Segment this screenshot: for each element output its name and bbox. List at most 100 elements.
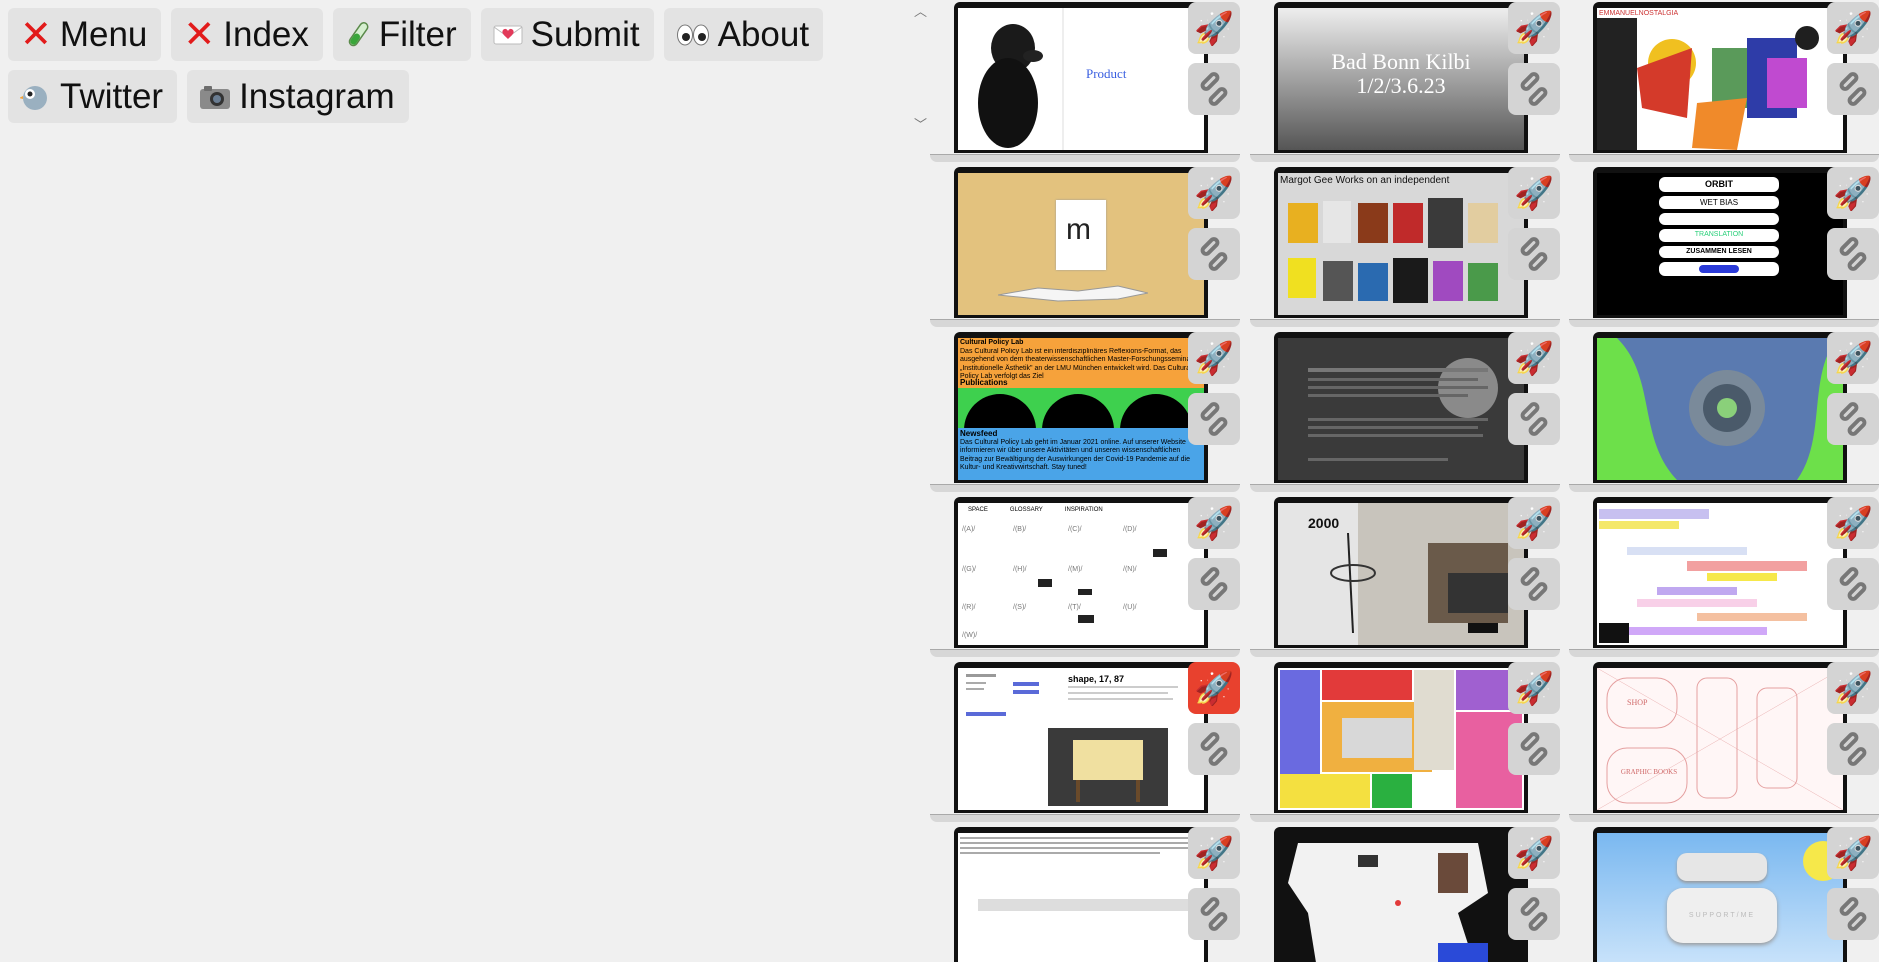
launch-button[interactable]: 🚀 (1827, 2, 1879, 54)
site-screenshot[interactable] (1278, 668, 1524, 810)
launch-button[interactable]: 🚀 (1188, 497, 1240, 549)
launch-button[interactable]: 🚀 (1508, 332, 1560, 384)
svg-text:/(N)/: /(N)/ (1123, 566, 1137, 573)
laptop-base (930, 319, 1240, 327)
link-button[interactable] (1188, 63, 1240, 115)
launch-button[interactable]: 🚀 (1827, 662, 1879, 714)
site-screenshot[interactable]: SUPPORT/ME (1597, 833, 1843, 962)
link-icon (1837, 69, 1869, 109)
submit-button[interactable]: Submit (480, 8, 654, 61)
site-screenshot[interactable]: SHOP GRAPHIC BOOKS (1597, 668, 1843, 810)
launch-button[interactable]: 🚀 (1827, 497, 1879, 549)
twitter-button[interactable]: Twitter (8, 70, 178, 123)
link-button[interactable] (1508, 228, 1560, 280)
link-button[interactable] (1827, 228, 1879, 280)
site-screenshot[interactable] (1278, 338, 1524, 480)
graphic-books-label: GRAPHIC BOOKS (1620, 768, 1678, 776)
launch-button[interactable]: 🚀 (1188, 662, 1240, 714)
shape-title: shape, 17, 87 (1068, 674, 1125, 684)
site-screenshot[interactable]: m (958, 173, 1204, 315)
link-button[interactable] (1188, 393, 1240, 445)
site-screenshot[interactable]: 2000 (1278, 503, 1524, 645)
support-label: SUPPORT/ME (1688, 912, 1756, 919)
link-button[interactable] (1508, 888, 1560, 940)
rocket-icon: 🚀 (1194, 10, 1234, 46)
site-screenshot[interactable]: EMMANUELNOSTALGIA (1597, 8, 1843, 150)
kilbi-title: Bad Bonn Kilbi (1331, 49, 1471, 74)
site-screenshot[interactable] (1597, 503, 1843, 645)
launch-button[interactable]: 🚀 (1188, 827, 1240, 879)
cpl-heading: Cultural Policy Lab (960, 339, 1024, 346)
laptop-frame (1274, 827, 1528, 962)
site-screenshot[interactable]: Margot Gee Works on an independent (1278, 173, 1524, 315)
site-card[interactable]: Product 🚀 (930, 0, 1240, 162)
link-button[interactable] (1827, 393, 1879, 445)
scroll-down-arrow[interactable]: ﹀ (914, 114, 927, 133)
index-button[interactable]: ✕ Index (171, 8, 323, 61)
link-button[interactable] (1188, 723, 1240, 775)
link-icon (1198, 69, 1230, 109)
link-button[interactable] (1188, 228, 1240, 280)
site-card[interactable]: 🚀 (930, 825, 1240, 962)
site-card[interactable]: 🚀 (1250, 825, 1560, 962)
site-card[interactable]: shape, 17, 87 🚀 (930, 660, 1240, 822)
link-button[interactable] (1188, 888, 1240, 940)
rocket-icon: 🚀 (1514, 175, 1554, 211)
site-screenshot[interactable]: shape, 17, 87 (958, 668, 1204, 810)
site-card[interactable]: Margot Gee Works on an independent 🚀 (1250, 165, 1560, 327)
rocket-icon: 🚀 (1194, 670, 1234, 706)
site-card[interactable]: 2000 🚀 (1250, 495, 1560, 657)
link-button[interactable] (1827, 63, 1879, 115)
launch-button[interactable]: 🚀 (1827, 827, 1879, 879)
inspiration-link[interactable]: INSPIRATION (1065, 507, 1103, 514)
link-button[interactable] (1508, 393, 1560, 445)
site-card[interactable]: 🚀 (1569, 495, 1879, 657)
site-card[interactable]: SPACE GLOSSARY INSPIRATION /(A)/ /(B)/ /… (930, 495, 1240, 657)
link-button[interactable] (1508, 723, 1560, 775)
launch-button[interactable]: 🚀 (1188, 332, 1240, 384)
site-screenshot[interactable]: ORBIT WET BIAS TRANSLATION ZUSAMMEN LESE… (1597, 173, 1843, 315)
site-screenshot[interactable] (1597, 338, 1843, 480)
launch-button[interactable]: 🚀 (1508, 827, 1560, 879)
link-button[interactable] (1827, 558, 1879, 610)
site-card[interactable]: EMMANUELNOSTALGIA 🚀 (1569, 0, 1879, 162)
launch-button[interactable]: 🚀 (1188, 167, 1240, 219)
site-card[interactable]: Bad Bonn Kilbi 1/2/3.6.23 🚀 (1250, 0, 1560, 162)
filter-button[interactable]: Filter (332, 8, 471, 61)
site-screenshot[interactable]: SPACE GLOSSARY INSPIRATION /(A)/ /(B)/ /… (958, 503, 1204, 645)
cpl-news-body: Das Cultural Policy Lab geht im Januar 2… (960, 439, 1190, 472)
launch-button[interactable]: 🚀 (1827, 332, 1879, 384)
site-card[interactable]: ORBIT WET BIAS TRANSLATION ZUSAMMEN LESE… (1569, 165, 1879, 327)
site-card[interactable]: SUPPORT/ME 🚀 (1569, 825, 1879, 962)
link-button[interactable] (1508, 63, 1560, 115)
site-screenshot[interactable]: Bad Bonn Kilbi 1/2/3.6.23 (1278, 8, 1524, 150)
launch-button[interactable]: 🚀 (1188, 2, 1240, 54)
space-link[interactable]: SPACE (968, 507, 988, 514)
site-card[interactable]: 🚀 (1250, 330, 1560, 492)
menu-button[interactable]: ✕ Menu (8, 8, 162, 61)
site-screenshot[interactable] (958, 833, 1204, 962)
laptop-base (1250, 154, 1560, 162)
launch-button[interactable]: 🚀 (1508, 662, 1560, 714)
orbit-item: ZUSAMMEN LESEN (1659, 245, 1779, 259)
link-button[interactable] (1827, 888, 1879, 940)
site-card[interactable]: 🚀 (1569, 330, 1879, 492)
site-screenshot[interactable] (1278, 833, 1524, 962)
link-button[interactable] (1827, 723, 1879, 775)
glossary-link[interactable]: GLOSSARY (1010, 507, 1043, 514)
site-card[interactable]: Cultural Policy Lab Das Cultural Policy … (930, 330, 1240, 492)
launch-button[interactable]: 🚀 (1508, 167, 1560, 219)
about-button[interactable]: About (663, 8, 824, 61)
site-screenshot[interactable]: Product (958, 8, 1204, 150)
launch-button[interactable]: 🚀 (1827, 167, 1879, 219)
site-card[interactable]: 🚀 (1250, 660, 1560, 822)
site-card[interactable]: SHOP GRAPHIC BOOKS 🚀 (1569, 660, 1879, 822)
scroll-up-arrow[interactable]: ︿ (914, 1, 927, 20)
instagram-button[interactable]: Instagram (187, 70, 409, 123)
site-card[interactable]: m 🚀 (930, 165, 1240, 327)
launch-button[interactable]: 🚀 (1508, 497, 1560, 549)
site-screenshot[interactable]: Cultural Policy Lab Das Cultural Policy … (958, 338, 1204, 480)
link-button[interactable] (1508, 558, 1560, 610)
link-button[interactable] (1188, 558, 1240, 610)
launch-button[interactable]: 🚀 (1508, 2, 1560, 54)
